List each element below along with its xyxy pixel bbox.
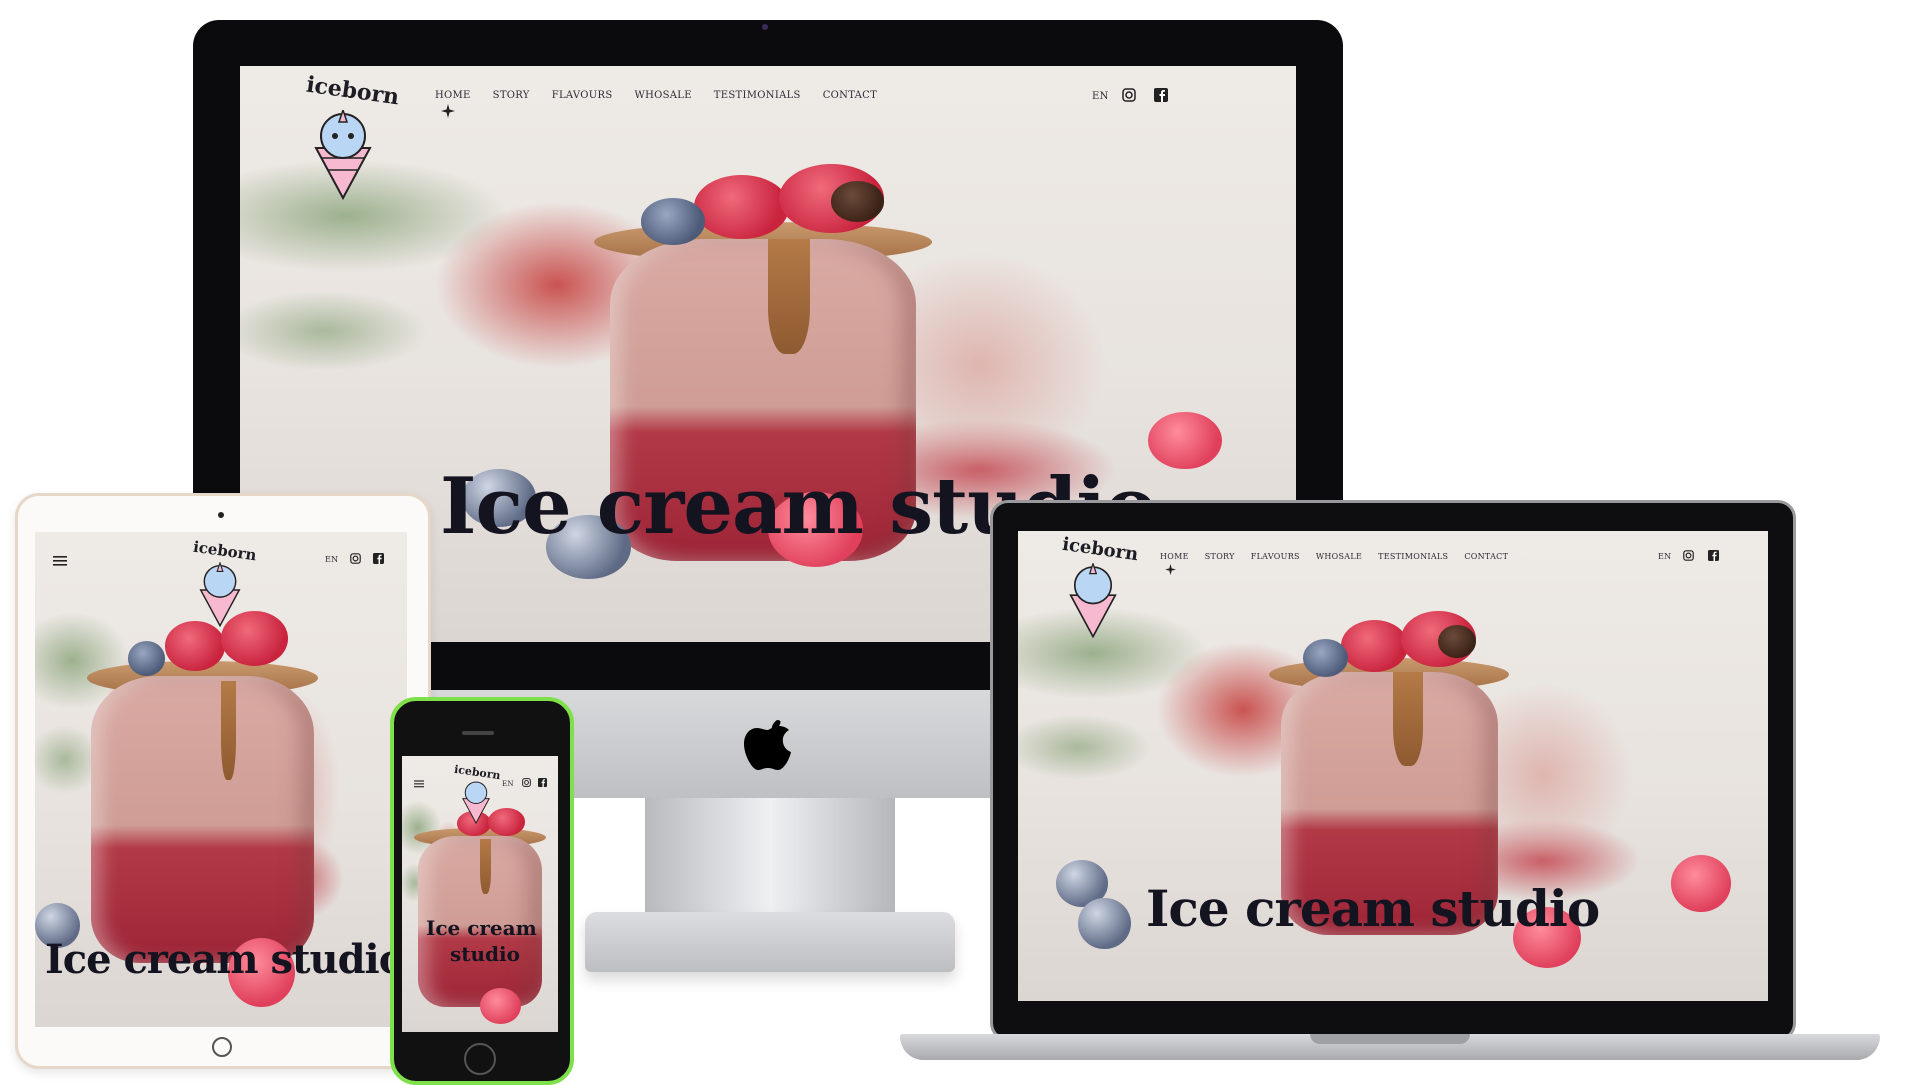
hero-headline: Ice cream studio xyxy=(1146,879,1600,938)
nav-flavours[interactable]: FLAVOURS xyxy=(552,90,613,101)
nav-story[interactable]: STORY xyxy=(493,90,530,101)
site-logo[interactable]: iceborn xyxy=(452,763,502,824)
unicorn-cone-icon xyxy=(1069,563,1117,639)
main-nav: HOME STORY FLAVOURS WHOSALE TESTIMONIALS… xyxy=(1160,552,1508,561)
nav-home[interactable]: HOME xyxy=(435,90,471,101)
logo-wordmark: iceborn xyxy=(304,71,401,111)
nav-contact[interactable]: CONTACT xyxy=(823,90,877,101)
tablet-screen: iceborn EN Ice cream studio xyxy=(35,532,407,1027)
hero-headline: Ice cream studio xyxy=(45,936,405,983)
facebook-icon[interactable] xyxy=(1708,550,1719,561)
instagram-icon[interactable] xyxy=(522,778,531,787)
instagram-icon[interactable] xyxy=(1683,550,1694,561)
nav-flavours[interactable]: FLAVOURS xyxy=(1251,552,1300,561)
laptop-screen: iceborn HOME STORY FLAVOURS WHOSALE TEST… xyxy=(1018,531,1768,1001)
facebook-icon[interactable] xyxy=(538,778,547,787)
facebook-icon[interactable] xyxy=(1154,88,1168,102)
nav-home[interactable]: HOME xyxy=(1160,552,1189,561)
site-logo[interactable]: iceborn xyxy=(192,538,258,632)
logo-wordmark: iceborn xyxy=(192,537,258,565)
active-star-icon xyxy=(441,104,455,118)
instagram-icon[interactable] xyxy=(350,553,361,564)
nav-story[interactable]: STORY xyxy=(1205,552,1235,561)
imac-foot xyxy=(585,912,955,972)
nav-testimonials[interactable]: TESTIMONIALS xyxy=(714,90,801,101)
language-switch[interactable]: EN xyxy=(1092,91,1109,102)
active-star-icon xyxy=(1165,564,1176,575)
phone-screen: iceborn EN Ice cream studio xyxy=(402,756,558,1032)
language-switch[interactable]: EN xyxy=(502,780,514,788)
unicorn-cone-icon xyxy=(461,781,491,824)
hamburger-menu-icon[interactable] xyxy=(414,780,424,788)
unicorn-cone-icon xyxy=(199,562,241,628)
hero-headline-line2: studio xyxy=(450,942,520,966)
tablet-home-button[interactable] xyxy=(212,1037,232,1057)
site-logo[interactable]: iceborn xyxy=(300,72,401,200)
language-switch[interactable]: EN xyxy=(1658,552,1671,561)
logo-wordmark: iceborn xyxy=(1060,533,1140,566)
phone-speaker xyxy=(462,731,494,735)
site-logo[interactable]: iceborn xyxy=(1060,534,1140,639)
imac-camera xyxy=(762,24,768,30)
nav-testimonials[interactable]: TESTIMONIALS xyxy=(1378,552,1448,561)
nav-whosale[interactable]: WHOSALE xyxy=(634,90,691,101)
apple-logo-icon xyxy=(744,720,791,770)
language-switch[interactable]: EN xyxy=(325,555,338,564)
unicorn-cone-icon xyxy=(314,110,372,200)
laptop-notch xyxy=(1310,1034,1470,1044)
facebook-icon[interactable] xyxy=(373,553,384,564)
main-nav: HOME STORY FLAVOURS WHOSALE TESTIMONIALS… xyxy=(435,90,877,101)
hamburger-menu-icon[interactable] xyxy=(53,556,67,566)
nav-contact[interactable]: CONTACT xyxy=(1464,552,1508,561)
phone-home-button[interactable] xyxy=(464,1043,496,1075)
tablet-camera xyxy=(218,512,224,518)
imac-stand xyxy=(645,798,895,918)
nav-whosale[interactable]: WHOSALE xyxy=(1316,552,1362,561)
instagram-icon[interactable] xyxy=(1122,88,1136,102)
hero-headline-line1: Ice cream xyxy=(426,916,537,940)
